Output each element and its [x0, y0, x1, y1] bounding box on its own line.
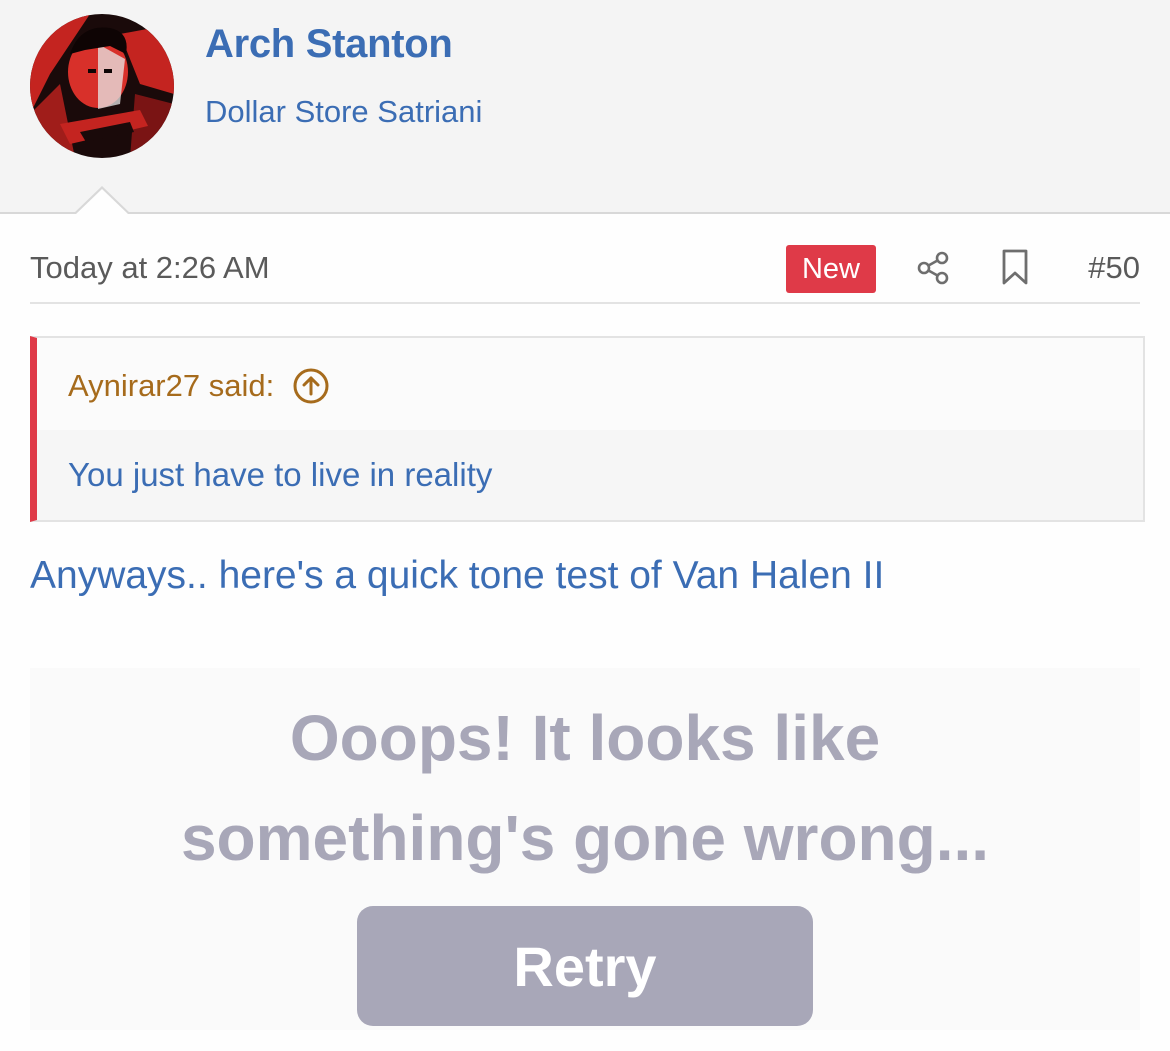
- post-meta-row: Today at 2:26 AM New #50: [30, 240, 1140, 304]
- user-title: Dollar Store Satriani: [205, 94, 483, 129]
- quote-author-link[interactable]: Aynirar27 said:: [68, 367, 330, 405]
- post-number-link[interactable]: #50: [1088, 250, 1140, 286]
- arrow-up-circle-icon[interactable]: [292, 367, 330, 405]
- error-line-1: Ooops! It looks like: [289, 702, 881, 774]
- quote-author-label: Aynirar27 said:: [68, 368, 275, 403]
- new-badge: New: [786, 245, 876, 293]
- embed-error-message: Ooops! It looks like something's gone wr…: [30, 688, 1140, 888]
- post-body-text: Anyways.. here's a quick tone test of Va…: [30, 554, 885, 597]
- header-pointer-fill: [75, 189, 129, 215]
- avatar[interactable]: [30, 14, 174, 158]
- quote-block: Aynirar27 said: You just have to live in…: [30, 336, 1145, 522]
- error-line-2: something's gone wrong...: [180, 802, 990, 874]
- post-user-header: Arch Stanton Dollar Store Satriani: [0, 0, 1170, 214]
- bookmark-icon[interactable]: [1000, 248, 1030, 286]
- share-icon[interactable]: [915, 250, 951, 286]
- post-date-link[interactable]: Today at 2:26 AM: [30, 250, 270, 286]
- username-link[interactable]: Arch Stanton: [205, 22, 453, 67]
- media-embed: Ooops! It looks like something's gone wr…: [30, 668, 1140, 1030]
- quote-header: Aynirar27 said:: [37, 338, 1143, 430]
- quote-text: You just have to live in reality: [68, 456, 493, 493]
- retry-button[interactable]: Retry: [357, 906, 813, 1026]
